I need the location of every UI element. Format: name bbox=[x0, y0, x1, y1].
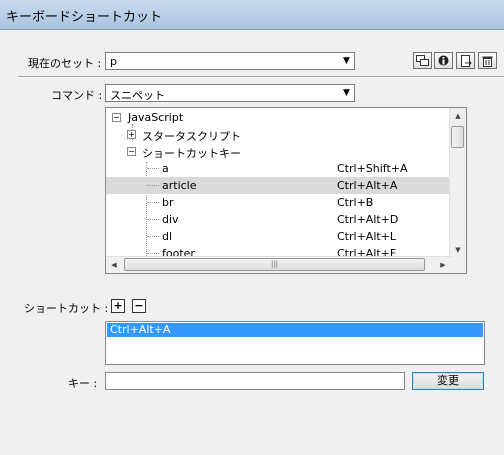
duplicate-set-button[interactable] bbox=[413, 52, 432, 69]
rename-set-icon bbox=[438, 55, 449, 66]
tree-node-article[interactable]: article Ctrl+Alt+A bbox=[106, 177, 451, 194]
plus-icon: + bbox=[113, 299, 123, 312]
command-value: スニペット bbox=[110, 89, 165, 102]
chevron-down-icon: ▼ bbox=[343, 88, 350, 98]
tree-connector bbox=[147, 168, 159, 169]
current-set-label: 現在のセット : bbox=[28, 57, 102, 70]
key-input[interactable] bbox=[105, 372, 405, 390]
shortcut-label: ショートカット : bbox=[24, 302, 109, 315]
window-title: キーボードショートカット bbox=[6, 10, 163, 25]
tree-node-label: article bbox=[162, 179, 197, 192]
tree-node-div[interactable]: div Ctrl+Alt+D bbox=[106, 211, 451, 228]
tree-node-shortcut-keys[interactable]: − ショートカットキー bbox=[106, 143, 451, 160]
change-button[interactable]: 変更 bbox=[412, 372, 484, 390]
horizontal-scroll-thumb[interactable]: ||| bbox=[124, 258, 425, 271]
minus-icon: − bbox=[134, 299, 144, 312]
tree-node-key: Ctrl+Alt+L bbox=[337, 230, 397, 243]
tree-node-label: div bbox=[162, 213, 179, 226]
rename-set-button[interactable] bbox=[434, 52, 453, 69]
delete-set-button[interactable] bbox=[478, 52, 497, 69]
command-label: コマンド : bbox=[51, 89, 103, 102]
shortcut-value: Ctrl+Alt+A bbox=[110, 323, 171, 336]
scroll-up-icon[interactable]: ▲ bbox=[450, 108, 466, 124]
tree-node-br[interactable]: br Ctrl+B bbox=[106, 194, 451, 211]
current-set-value: p bbox=[110, 55, 117, 68]
tree-node-key: Ctrl+Alt+D bbox=[337, 213, 399, 226]
change-button-label: 変更 bbox=[437, 374, 459, 387]
scroll-corner bbox=[450, 257, 466, 273]
tree-node-label: dl bbox=[162, 230, 173, 243]
tree-node-label: br bbox=[162, 196, 174, 209]
expand-icon[interactable]: + bbox=[127, 130, 136, 139]
tree-node-a[interactable]: a Ctrl+Shift+A bbox=[106, 160, 451, 177]
collapse-icon[interactable]: − bbox=[112, 113, 121, 122]
tree-connector bbox=[147, 185, 159, 186]
chevron-down-icon: ▼ bbox=[343, 56, 350, 66]
tree-node-label: JavaScript bbox=[128, 111, 184, 124]
key-label: キー : bbox=[68, 377, 98, 390]
scroll-down-icon[interactable]: ▼ bbox=[450, 242, 466, 258]
tree-node-label: a bbox=[162, 162, 169, 175]
tree-node-dl[interactable]: dl Ctrl+Alt+L bbox=[106, 228, 451, 245]
remove-shortcut-button[interactable]: − bbox=[132, 299, 146, 313]
add-shortcut-button[interactable]: + bbox=[111, 299, 125, 313]
tree-connector bbox=[147, 236, 159, 237]
collapse-icon[interactable]: − bbox=[127, 147, 136, 156]
command-tree[interactable]: − JavaScript + スタータスクリプト − ショートカットキー a C… bbox=[105, 107, 467, 274]
list-item[interactable]: Ctrl+Alt+A bbox=[107, 323, 483, 337]
tree-node-label: スタータスクリプト bbox=[142, 130, 241, 143]
scroll-right-icon[interactable]: ▶ bbox=[435, 257, 451, 273]
tree-node-key: Ctrl+B bbox=[337, 196, 374, 209]
current-set-select[interactable]: p ▼ bbox=[105, 52, 355, 70]
tree-node-starter-scripts[interactable]: + スタータスクリプト bbox=[106, 126, 451, 143]
tree-connector bbox=[147, 219, 159, 220]
tree-connector bbox=[147, 202, 159, 203]
shortcut-list[interactable]: Ctrl+Alt+A bbox=[105, 321, 485, 365]
duplicate-set-icon bbox=[416, 55, 429, 66]
separator bbox=[18, 76, 504, 78]
vertical-scroll-thumb[interactable] bbox=[451, 126, 464, 148]
tree-node-label: ショートカットキー bbox=[142, 147, 241, 160]
vertical-scrollbar[interactable]: ▲ ▼ bbox=[449, 108, 466, 258]
tree-connector bbox=[147, 253, 159, 254]
export-set-icon bbox=[460, 54, 472, 67]
tree-node-key: Ctrl+Alt+A bbox=[337, 179, 398, 192]
horizontal-scrollbar[interactable]: ◀ ||| ▶ bbox=[106, 256, 451, 273]
tree-node-javascript[interactable]: − JavaScript bbox=[106, 109, 451, 126]
command-select[interactable]: スニペット ▼ bbox=[105, 84, 355, 102]
tree-node-key: Ctrl+Shift+A bbox=[337, 162, 408, 175]
scroll-left-icon[interactable]: ◀ bbox=[106, 257, 122, 273]
delete-set-icon bbox=[482, 56, 493, 67]
export-set-button[interactable] bbox=[456, 52, 475, 69]
title-bar: キーボードショートカット bbox=[0, 0, 504, 30]
